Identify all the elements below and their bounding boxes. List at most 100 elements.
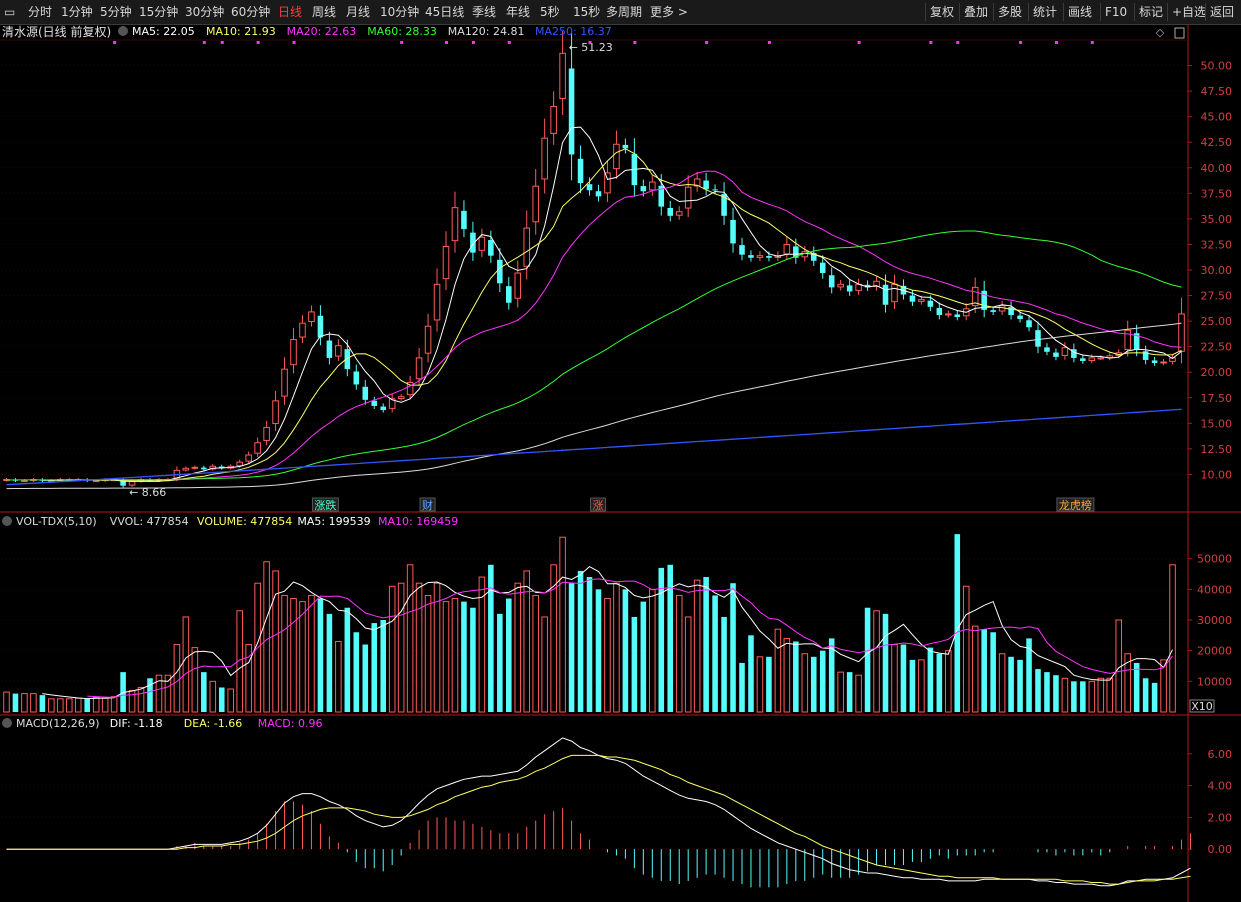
event-marker-label: 财	[422, 498, 433, 512]
macd-axis-label: 0.00	[1208, 843, 1233, 856]
volume-bar-down	[461, 601, 467, 712]
price-axis-label: 25.00	[1201, 315, 1233, 328]
candle-body-down	[1035, 330, 1041, 347]
candle-body-up	[397, 396, 405, 399]
price-legend-3: MA60: 28.33	[367, 25, 437, 38]
candle-body-up	[433, 283, 441, 321]
volume-bar-down	[730, 583, 736, 712]
volume-bar-down	[622, 589, 629, 712]
price-axis-label: 22.50	[1201, 341, 1233, 354]
volume-bar-down	[936, 653, 943, 712]
volume-bar-down	[326, 613, 333, 712]
signal-dot	[956, 41, 960, 44]
price-axis-label: 17.50	[1201, 392, 1233, 405]
candle-body-down	[730, 219, 736, 244]
volume-bar-down	[218, 687, 225, 712]
volume-bar-down	[819, 650, 826, 712]
ma120-line	[6, 322, 1182, 490]
volume-bar-down	[954, 534, 961, 712]
signal-dot	[400, 41, 404, 44]
candle-body-up	[281, 368, 288, 397]
candle-body-down	[317, 315, 324, 338]
volume-bar-up	[290, 598, 297, 713]
candle-body-up	[1178, 313, 1185, 352]
vol-axis-label: 40000	[1197, 583, 1232, 596]
volume-bar-down	[147, 678, 153, 712]
price-axis-label: 35.00	[1201, 213, 1233, 226]
volume-bar-up	[873, 610, 880, 713]
dif-line	[6, 737, 1191, 887]
candle-body-down	[640, 186, 647, 192]
signal-dot	[445, 41, 448, 44]
kline-chart[interactable]: 10.00 12.50 15.00 17.50 20.00 22.50 25.00 27.50…	[0, 0, 1241, 902]
candle-body-up	[1160, 361, 1167, 364]
volume-legend-2: VOLUME: 477854	[197, 515, 292, 528]
price-axis-label: 37.50	[1201, 187, 1233, 200]
dea-line	[6, 754, 1191, 885]
candle-body-up	[272, 400, 279, 424]
ma250-line	[6, 408, 1182, 486]
vol-axis-label: 20000	[1197, 645, 1232, 658]
volume-bar-down	[39, 695, 46, 712]
volume-legend-3: MA5: 199539	[297, 515, 370, 528]
volume-bar-up	[604, 598, 611, 713]
signal-dot	[767, 41, 771, 44]
price-legend-2: MA20: 22.63	[287, 25, 357, 38]
volume-legend-1: VVOL: 477854	[110, 515, 189, 528]
candle-body-up	[649, 181, 656, 191]
volume-bar-up	[774, 628, 782, 713]
volume-bar-down	[864, 607, 871, 712]
candle-body-down	[353, 371, 360, 385]
signal-dot	[929, 41, 933, 44]
signal-dot	[220, 41, 224, 44]
macd-axis-label: 2.00	[1208, 811, 1233, 824]
volume-bar-up	[559, 536, 566, 713]
volume-bar-up	[801, 653, 809, 713]
candle-body-down	[497, 259, 503, 284]
event-marker-label: 龙虎榜	[1059, 498, 1092, 512]
volume-bar-up	[1097, 677, 1105, 713]
candle-body-up	[335, 345, 342, 357]
volume-bar-up	[21, 693, 28, 713]
candle-body-up	[918, 299, 925, 302]
candle-body-up	[245, 454, 252, 462]
price-axis-label: 47.50	[1201, 85, 1233, 98]
candle-body-up	[263, 426, 270, 441]
volume-bar-up	[57, 698, 64, 713]
volume-bar-down	[721, 616, 727, 712]
candle-body-up	[1097, 357, 1105, 360]
volume-bar-up	[182, 616, 190, 713]
volume-bar-down	[1044, 672, 1050, 712]
price-legend-5: MA250: 16.37	[535, 25, 612, 38]
price-toggle-icon[interactable]	[118, 26, 128, 36]
candle-body-down	[201, 467, 207, 470]
volume-bar-up	[998, 653, 1006, 713]
volume-bar-up	[1088, 680, 1096, 713]
price-axis-label: 40.00	[1201, 162, 1233, 175]
candle-body-up	[424, 325, 432, 354]
candle-body-down	[1026, 320, 1032, 328]
volume-bar-up	[1061, 677, 1069, 713]
macd-toggle-icon[interactable]	[2, 718, 12, 728]
price-axis-label: 45.00	[1201, 111, 1233, 124]
candle-body-up	[756, 255, 764, 258]
volume-bar-up	[693, 579, 701, 713]
volume-toggle-icon[interactable]	[2, 516, 12, 526]
candle-body-down	[667, 208, 674, 216]
candle-body-down	[371, 400, 378, 406]
candle-body-up	[254, 442, 261, 454]
volume-bar-down	[846, 672, 853, 712]
candle-body-up	[541, 137, 548, 180]
candle-body-down	[819, 262, 826, 274]
volume-bar-up	[299, 601, 306, 713]
ma10-line	[87, 148, 1182, 482]
volume-bar-up	[281, 594, 288, 713]
candle-body-down	[1017, 315, 1023, 320]
volume-bar-down	[900, 644, 907, 712]
candle-body-up	[1124, 329, 1131, 350]
volume-bar-up	[424, 594, 432, 713]
candle-body-up	[514, 272, 522, 299]
volume-bar-down	[595, 589, 602, 712]
volume-bar-up	[65, 698, 73, 713]
price-legend-1: MA10: 21.93	[206, 25, 276, 38]
